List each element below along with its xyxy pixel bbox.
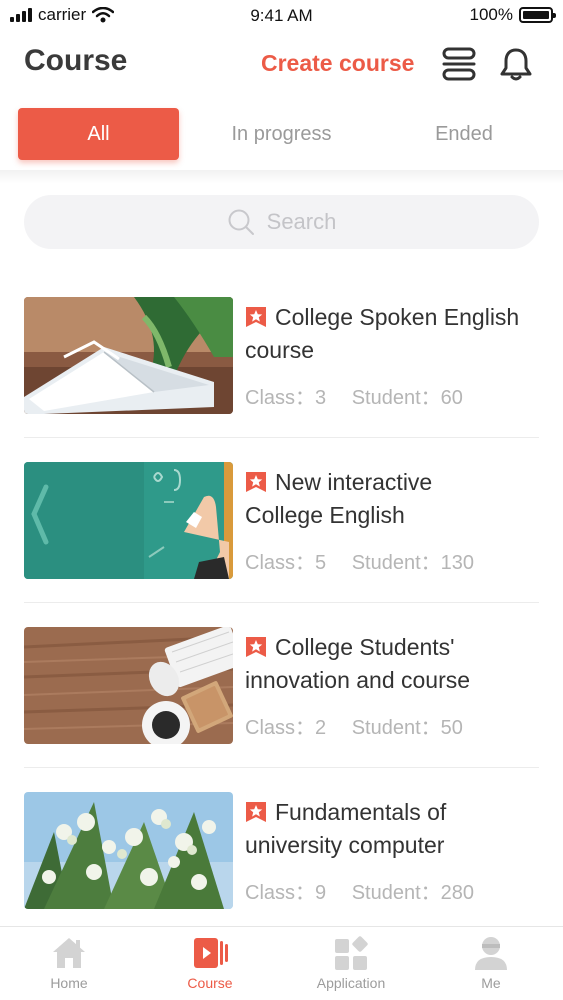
bell-icon (500, 48, 532, 81)
course-thumbnail (24, 792, 233, 909)
bookmark-star-icon (246, 637, 266, 657)
list-icon (442, 47, 476, 81)
list-divider (24, 437, 539, 438)
search-placeholder: Search (266, 209, 337, 234)
course-item[interactable]: College Students' innovation and course … (24, 627, 539, 767)
course-title: New interactive College English (245, 466, 550, 532)
class-count: Class：3 (245, 387, 327, 409)
class-count: Class：2 (245, 717, 327, 739)
tabs-divider (0, 170, 563, 184)
student-count: Student：50 (351, 717, 463, 739)
course-icon (194, 938, 228, 968)
nav-me[interactable]: Me (441, 935, 541, 991)
course-thumbnail (24, 462, 233, 579)
nav-home[interactable]: Home (19, 935, 119, 991)
status-bar: carrier 9:41 AM 100% (0, 0, 563, 32)
student-count: Student：130 (351, 552, 475, 574)
course-thumbnail (24, 297, 233, 414)
course-meta: Class：2 Student：50 (245, 711, 550, 740)
bookmark-star-icon (246, 802, 266, 822)
course-title-line2: College English (245, 502, 405, 528)
page-title: Course (24, 44, 128, 77)
course-title: Fundamentals of university computer (245, 796, 550, 862)
course-info: College Students' innovation and course … (245, 631, 550, 740)
filter-tabs: All In progress Ended (0, 104, 563, 168)
student-count: Student：280 (351, 882, 475, 904)
home-icon (53, 938, 85, 968)
bookmark-star-icon (246, 472, 266, 492)
tab-all[interactable]: All (18, 108, 179, 160)
bookmark-star-icon (246, 307, 266, 327)
class-count: Class：5 (245, 552, 327, 574)
course-title-line2: university computer (245, 832, 445, 858)
course-title-line1: New interactive (275, 469, 433, 495)
course-meta: Class：3 Student：60 (245, 381, 550, 410)
list-divider (24, 602, 539, 603)
list-menu-button[interactable] (441, 46, 477, 82)
search-icon (228, 209, 254, 235)
search-input[interactable]: Search (24, 195, 539, 249)
course-title-line1: College Students' (275, 634, 455, 660)
tab-in-progress[interactable]: In progress (200, 108, 363, 160)
nav-application[interactable]: Application (301, 935, 401, 991)
course-meta: Class：9 Student：280 (245, 876, 550, 905)
course-title-line1: College Spoken English (275, 304, 520, 330)
grid-icon (335, 936, 368, 970)
create-course-button[interactable]: Create course (261, 50, 414, 77)
course-meta: Class：5 Student：130 (245, 546, 550, 575)
nav-label: Course (187, 975, 233, 991)
nav-course[interactable]: Course (160, 935, 260, 991)
nav-label: Me (481, 975, 501, 991)
battery-percent: 100% (469, 5, 513, 24)
list-divider (24, 767, 539, 768)
course-thumbnail (24, 627, 233, 744)
status-right: 100% (469, 5, 556, 25)
course-info: Fundamentals of university computer Clas… (245, 796, 550, 905)
course-info: New interactive College English Class：5 … (245, 466, 550, 575)
course-title-line2: course (245, 337, 315, 363)
nav-label: Home (50, 975, 88, 991)
tab-ended[interactable]: Ended (383, 108, 545, 160)
course-item[interactable]: Fundamentals of university computer Clas… (24, 792, 539, 932)
course-title: College Spoken English course (245, 301, 550, 367)
course-title-line1: Fundamentals of (275, 799, 447, 825)
course-title: College Students' innovation and course (245, 631, 550, 697)
app-header: Course Create course (0, 38, 563, 90)
course-item[interactable]: New interactive College English Class：5 … (24, 462, 539, 602)
battery-icon (519, 7, 556, 23)
nav-label: Application (316, 975, 386, 991)
bottom-nav: Home Course Application Me (0, 926, 563, 1000)
person-icon (475, 937, 507, 970)
student-count: Student：60 (351, 387, 463, 409)
course-item[interactable]: College Spoken English course Class：3 St… (24, 297, 539, 437)
course-info: College Spoken English course Class：3 St… (245, 301, 550, 410)
notification-button[interactable] (498, 46, 534, 82)
course-title-line2: innovation and course (245, 667, 471, 693)
class-count: Class：9 (245, 882, 327, 904)
